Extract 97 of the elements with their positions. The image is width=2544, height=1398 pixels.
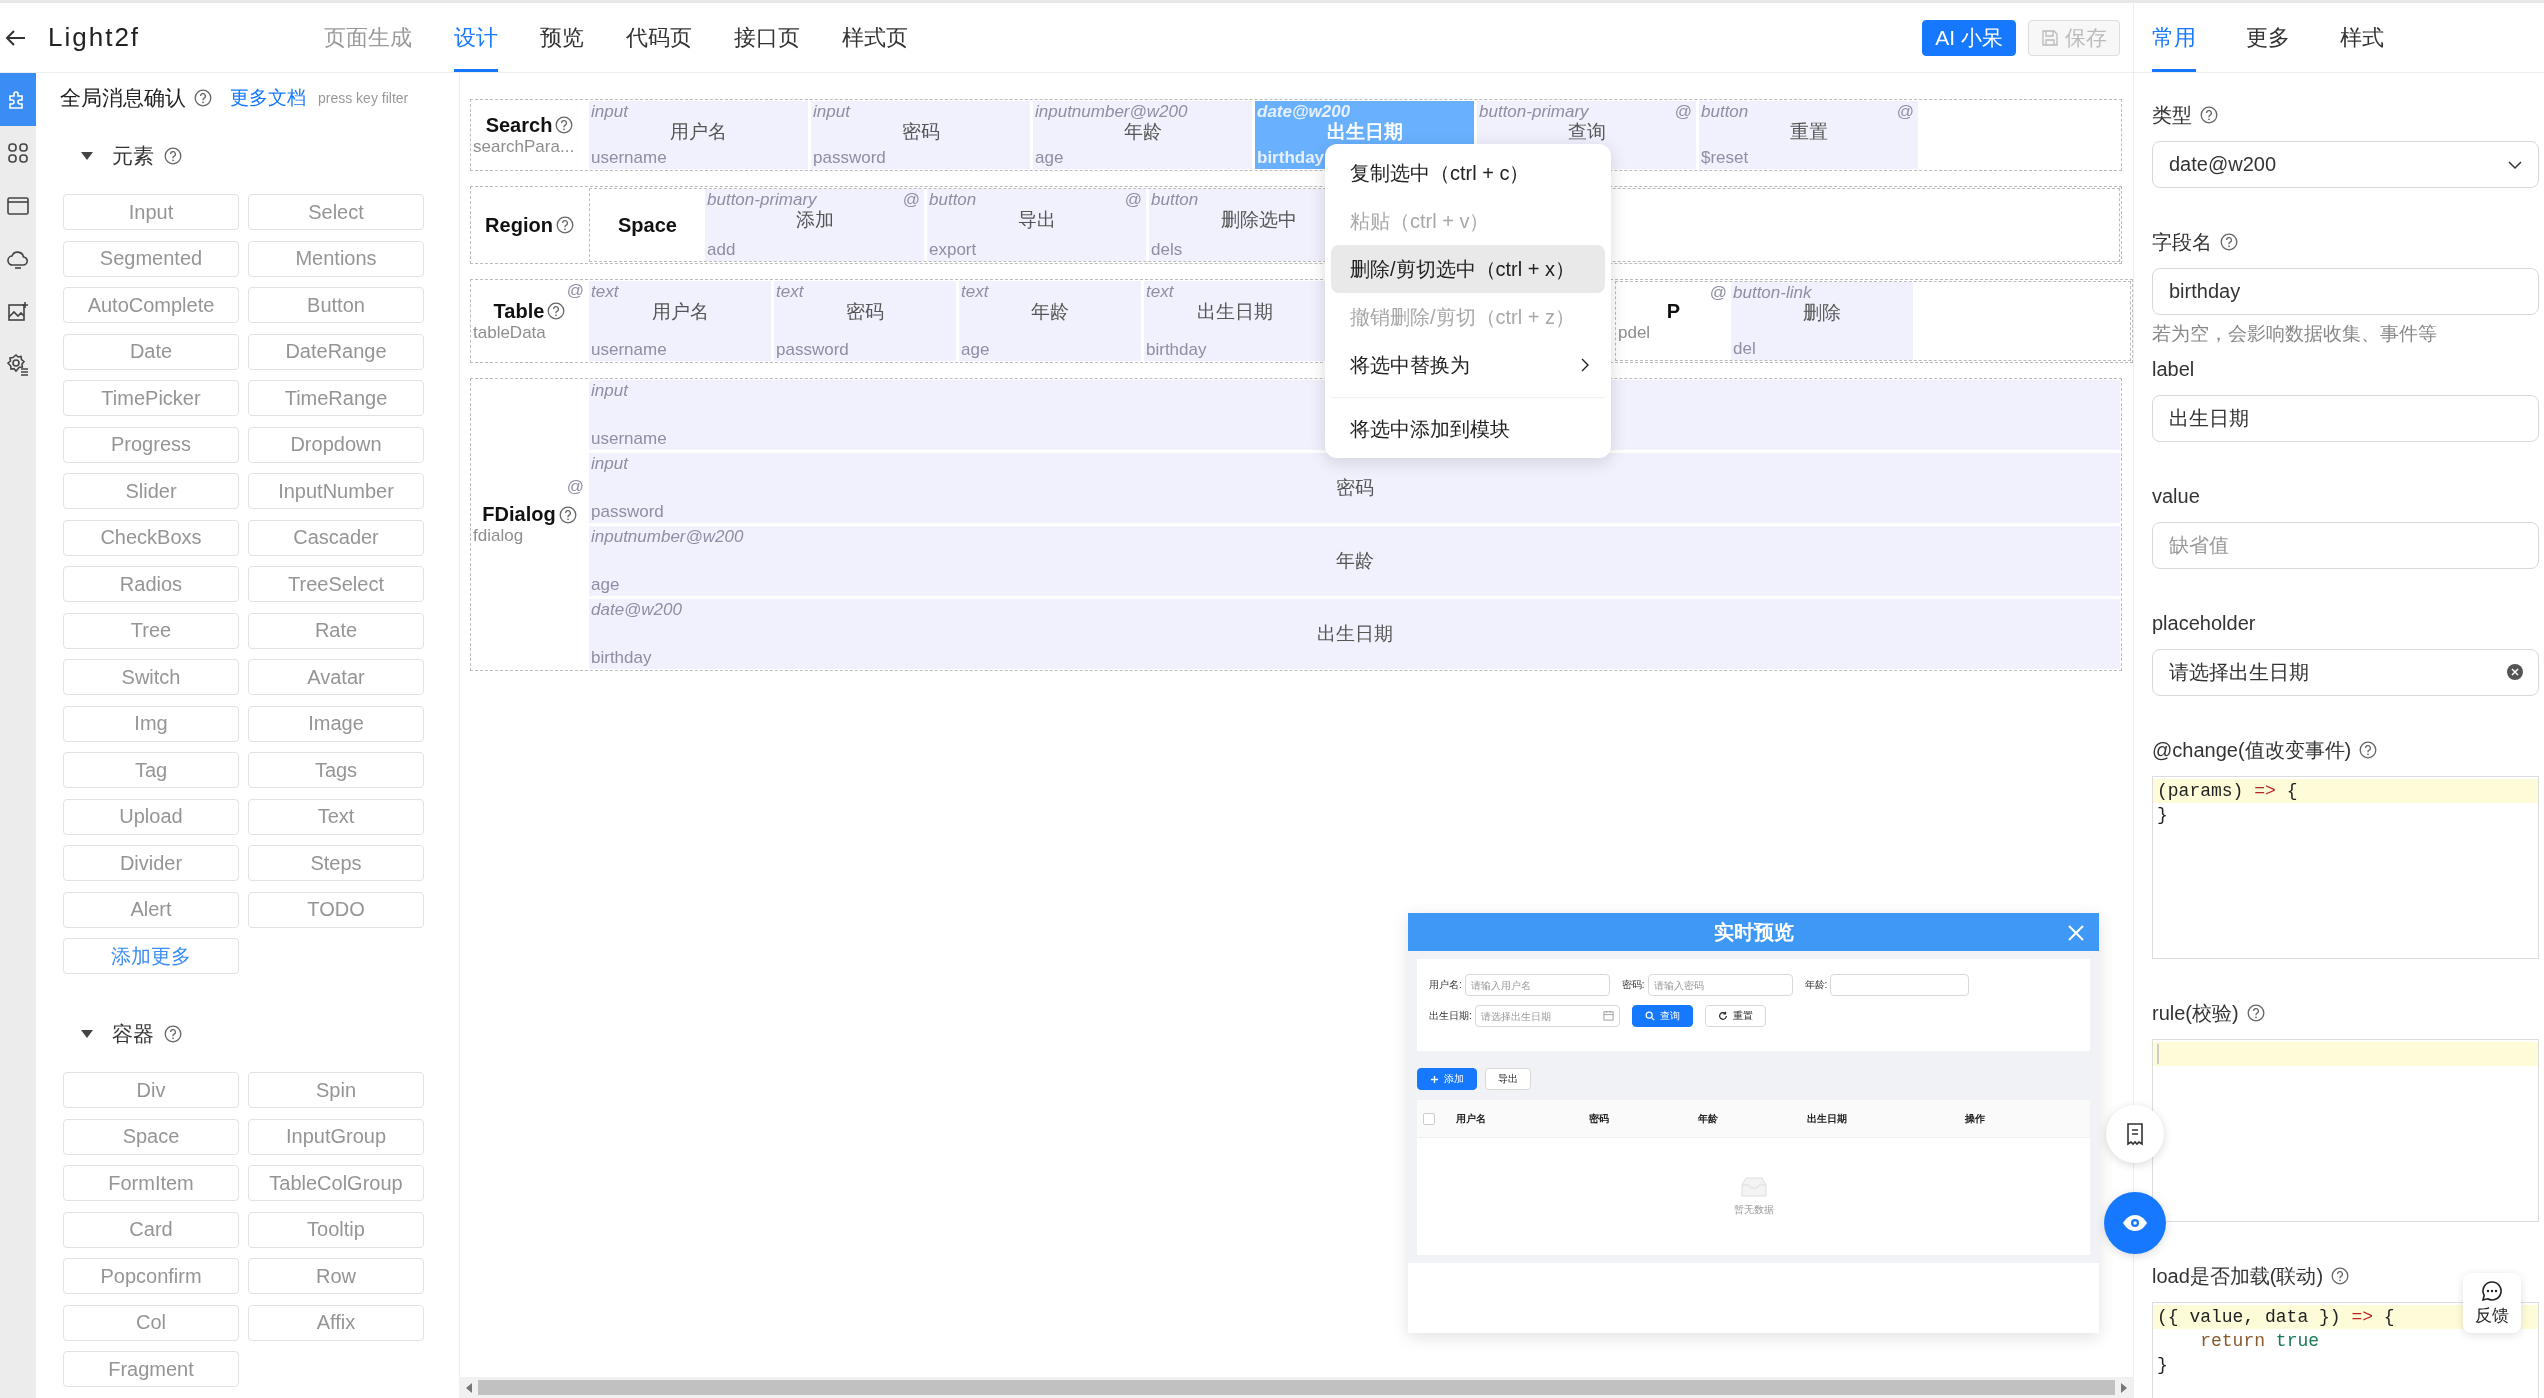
field-label: 密码 <box>846 302 884 324</box>
field-type: button <box>929 190 977 210</box>
field-type: text <box>961 282 989 302</box>
field-type: inputnumber@w200 <box>591 527 744 547</box>
form-label: 年龄: <box>1804 978 1828 992</box>
field-type: text <box>1146 282 1174 302</box>
hint-text: 若为空，会影响数据收集、事件等 <box>2152 322 2438 346</box>
field-key: password <box>813 148 886 168</box>
block-title: P <box>1666 299 1681 323</box>
field-label: rule(校验) <box>2152 1000 2239 1026</box>
at-sign: @ <box>566 281 584 301</box>
field-type: button-primary <box>707 190 817 210</box>
block-variable: fdialog <box>473 526 524 546</box>
field-label: 删除 <box>1803 303 1841 325</box>
field-label: 密码 <box>901 122 940 144</box>
field-type: input <box>591 381 628 401</box>
block-title: Table <box>493 299 545 323</box>
field-type: input <box>591 102 628 122</box>
field-type: date@w200 <box>1257 102 1351 122</box>
code-line: return true <box>2199 1330 2321 1353</box>
container-key: pdel <box>1618 322 1651 343</box>
field-label: 查询 <box>1567 122 1606 144</box>
field-type: input <box>591 454 628 474</box>
column-header: 密码 <box>1589 1111 1610 1126</box>
field-label: 类型 <box>2152 102 2192 128</box>
field-key: age <box>961 340 990 360</box>
field-type: date@w200 <box>591 600 682 620</box>
block-title: Space <box>618 213 677 237</box>
block-variable: searchPara... <box>473 136 575 157</box>
field-label: 出生日期 <box>1316 624 1393 644</box>
field-label: 年龄 <box>1335 551 1374 571</box>
column-header: 用户名 <box>1456 1111 1487 1126</box>
field-key: birthday <box>1257 148 1325 168</box>
field-label: load是否加载(联动) <box>2152 1263 2324 1289</box>
column-header: 出生日期 <box>1807 1111 1848 1126</box>
field-type: input <box>813 102 850 122</box>
block-title: Search <box>485 113 553 137</box>
at-sign: @ <box>566 477 584 497</box>
app-title: Light2f <box>48 22 141 53</box>
field-key: birthday <box>1146 340 1207 360</box>
group-title: 元素 <box>112 143 154 169</box>
field-type: text <box>776 282 804 302</box>
column-header: 操作 <box>1965 1111 1986 1126</box>
field-type: button-link <box>1733 283 1812 303</box>
field-label: 用户名 <box>670 122 727 144</box>
field-key: birthday <box>591 648 652 668</box>
group-title: 容器 <box>112 1021 154 1047</box>
filter-hint: press key filter <box>318 90 409 106</box>
field-key: export <box>929 240 977 260</box>
form-label: 用户名: <box>1429 978 1462 992</box>
field-label: 重置 <box>1789 122 1828 144</box>
at-sign: @ <box>1896 102 1914 122</box>
form-label: 出生日期: <box>1429 1009 1472 1023</box>
field-label: value <box>2152 484 2200 508</box>
form-label: 密码: <box>1621 978 1645 992</box>
field-type: inputnumber@w200 <box>1035 102 1188 122</box>
empty-text: 暂无数据 <box>1733 1202 1774 1217</box>
field-label: placeholder <box>2152 611 2256 635</box>
at-sign: @ <box>1709 283 1727 303</box>
field-key: dels <box>1151 240 1183 260</box>
field-key: del <box>1733 339 1756 359</box>
field-label: 出生日期 <box>1197 302 1273 324</box>
field-key: add <box>707 240 736 260</box>
field-key: age <box>591 575 620 595</box>
field-label: 添加 <box>795 210 834 232</box>
field-key: $reset <box>1701 148 1749 168</box>
field-key: username <box>591 429 667 449</box>
field-label: 年龄 <box>1123 122 1162 144</box>
field-label: 密码 <box>1335 478 1374 498</box>
column-header: 年龄 <box>1698 1111 1719 1126</box>
field-key: password <box>776 340 849 360</box>
field-key: age <box>1035 148 1064 168</box>
field-label: 导出 <box>1017 210 1056 232</box>
field-label: 用户名 <box>651 302 709 324</box>
field-type: button <box>1701 102 1749 122</box>
field-label: 字段名 <box>2152 229 2212 255</box>
field-key: username <box>591 148 667 168</box>
code-line: } <box>2156 804 2169 827</box>
field-type: text <box>591 282 619 302</box>
field-label: @change(值改变事件) <box>2152 737 2352 763</box>
at-sign: @ <box>1674 102 1692 122</box>
dialog-title: 实时预览 <box>1713 919 1794 945</box>
field-label: label <box>2152 357 2195 381</box>
field-label: 年龄 <box>1031 302 1069 324</box>
field-key: password <box>591 502 664 522</box>
field-type: button <box>1151 190 1199 210</box>
code-line: } <box>2156 1354 2169 1377</box>
at-sign: @ <box>1124 190 1142 210</box>
block-variable: tableData <box>473 322 546 343</box>
block-title: Region <box>485 213 553 237</box>
field-type: button-primary <box>1479 102 1589 122</box>
field-label: 删除选中 <box>1220 210 1297 232</box>
palette-title: 全局消息确认 <box>60 85 186 111</box>
at-sign: @ <box>902 190 920 210</box>
block-title: FDialog <box>482 503 556 526</box>
field-label: 出生日期 <box>1326 122 1403 144</box>
field-key: username <box>591 340 667 360</box>
